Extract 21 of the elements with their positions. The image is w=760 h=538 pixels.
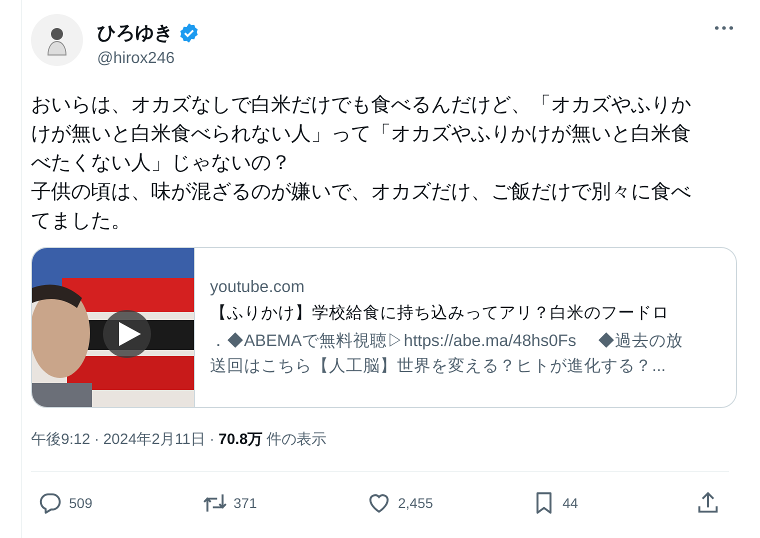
- more-icon: [715, 26, 733, 30]
- like-button[interactable]: 2,455: [366, 490, 446, 516]
- views-label: 件の表示: [266, 430, 327, 449]
- link-title: 【ふりかけ】学校給食に持ち込みってアリ？白米のフードロ: [210, 303, 670, 324]
- author-handle[interactable]: @hirox246: [97, 50, 701, 68]
- link-description: ．◆ABEMAで無料視聴▷https://abe.ma/48hs0Fs ◆過去の放: [210, 331, 683, 352]
- separator-dot: ·: [210, 431, 214, 448]
- reply-button[interactable]: 509: [37, 490, 117, 516]
- author-name[interactable]: ひろゆき: [97, 20, 173, 46]
- view-count: 70.8万: [218, 430, 263, 449]
- tweet-text: 子供の頃は、味が混ざるのが嫌いで、オカズだけ、ご飯だけで別々に食べてました。: [31, 178, 692, 234]
- separator-dot: ·: [94, 431, 100, 448]
- link-description: 送回はこちら【人工脳】世界を変える？ヒトが進化する？...: [210, 356, 667, 377]
- repost-button[interactable]: 371: [202, 490, 282, 516]
- more-button[interactable]: [715, 26, 733, 30]
- tweet-text: おいらは、オカズなしで白米だけでも食べるんだけど、「オカズやふりかけが無いと白米食べられない人」って「オカズやふりかけが無いと白米食べたくない人」じゃないの？: [31, 91, 692, 176]
- post-date[interactable]: 2024年2月11日: [103, 430, 206, 449]
- link-domain: youtube.com: [210, 278, 306, 297]
- post-time[interactable]: 午後9:12: [31, 430, 90, 449]
- bookmark-button[interactable]: 44: [530, 490, 610, 516]
- link-card[interactable]: youtube.com 【ふりかけ】学校給食に持ち込みってアリ？白米のフードロ ．◆ABEMAで無料視聴▷https://abe.ma/48hs0Fs ◆過去の放 送回はこちら【人工脳】世界を変える？ヒトが進化する？...: [31, 247, 737, 408]
